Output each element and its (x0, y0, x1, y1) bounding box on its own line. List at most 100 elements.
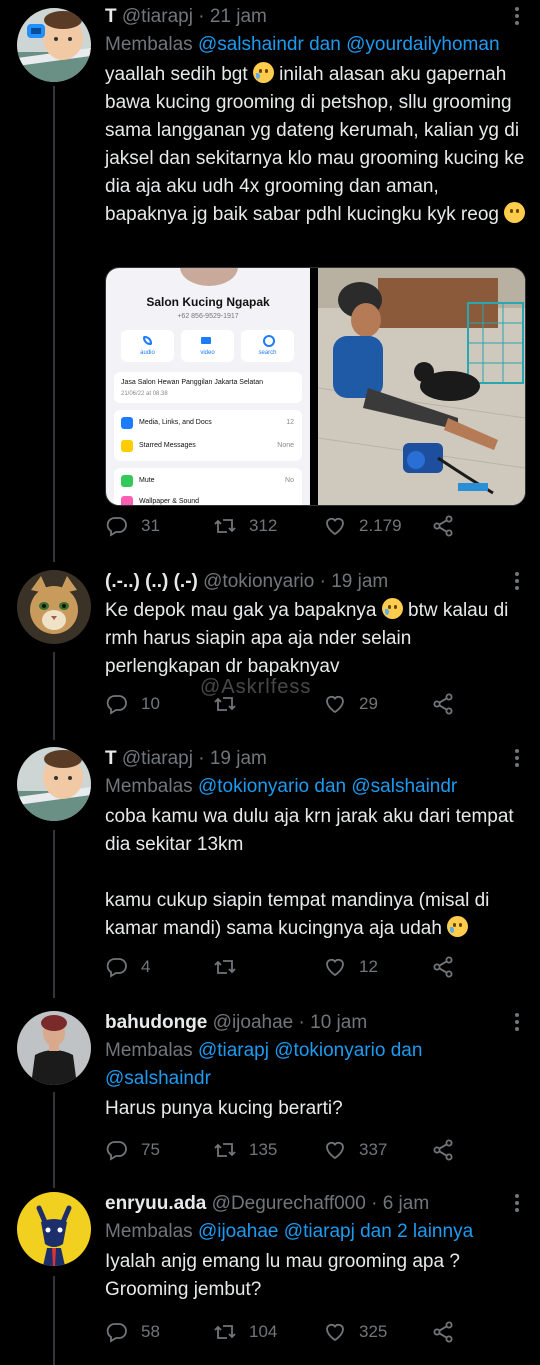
heart-icon (326, 958, 344, 977)
tweet[interactable]: (.-..) (..) (.-) @tokionyario · 19 jam K… (0, 570, 540, 730)
reply-button[interactable]: 58 (105, 1319, 160, 1345)
reply-button[interactable]: 10 (105, 691, 160, 717)
like-button[interactable]: 325 (323, 1319, 387, 1345)
retweet-button[interactable]: 312 (213, 513, 277, 539)
reply-count: 4 (141, 957, 151, 976)
reply-count: 58 (141, 1322, 160, 1341)
timestamp[interactable]: 21 jam (210, 6, 267, 27)
timestamp[interactable]: 6 jam (383, 1193, 429, 1214)
reply-icon (106, 1323, 127, 1343)
more-options-icon[interactable] (514, 749, 520, 770)
disappointed-face-emoji-icon (504, 202, 526, 223)
separator: · (371, 1193, 378, 1214)
display-name[interactable]: bahudonge (105, 1012, 207, 1033)
tweet-media[interactable]: Salon Kucing Ngapak +62 856-9529-1917 au… (105, 267, 526, 506)
about-text: Jasa Salon Hewan Panggilan Jakarta Selat… (121, 379, 264, 386)
reply-count: 75 (141, 1140, 160, 1159)
reply-button[interactable]: 4 (105, 954, 150, 980)
mute-row-value: No (285, 477, 294, 484)
like-button[interactable]: 12 (323, 954, 378, 980)
reply-count: 10 (141, 694, 160, 713)
more-options-icon[interactable] (514, 1013, 520, 1034)
avatar[interactable] (17, 8, 91, 82)
reply-context: Membalas @salshaindr dan @yourdailyhoman (105, 31, 526, 59)
reply-count: 31 (141, 516, 160, 535)
heart-icon (326, 517, 344, 536)
share-button[interactable] (431, 691, 467, 717)
like-count: 29 (359, 694, 378, 713)
heart-icon (326, 695, 344, 714)
reply-icon (106, 695, 127, 715)
tweet[interactable]: T @tiarapj · 19 jam Membalas @tokionyari… (0, 747, 540, 987)
share-button[interactable] (431, 1137, 467, 1163)
display-name[interactable]: T (105, 748, 117, 769)
more-options-icon[interactable] (514, 572, 520, 593)
reply-mentions[interactable]: @tokionyario dan @salshaindr (198, 776, 457, 797)
handle[interactable]: @tiarapj (122, 6, 193, 27)
like-count: 2.179 (359, 516, 402, 535)
timestamp[interactable]: 19 jam (331, 571, 388, 592)
like-count: 12 (359, 957, 378, 976)
tweet[interactable]: enryuu.ada @Degurechaff000 · 6 jam Memba… (0, 1192, 540, 1362)
like-button[interactable]: 2.179 (323, 513, 402, 539)
contact-photo (180, 268, 238, 286)
separator: · (298, 1012, 305, 1033)
avatar[interactable] (17, 1011, 91, 1085)
tweet-text-part: Ke depok mau gak ya bapaknya (105, 600, 377, 621)
like-button[interactable]: 337 (323, 1137, 387, 1163)
heart-icon (326, 1141, 344, 1160)
avatar[interactable] (17, 747, 91, 821)
tweet-text: Harus punya kucing berarti? (105, 1095, 526, 1123)
tweet[interactable]: T @tiarapj · 21 jam Membalas @salshaindr… (0, 5, 540, 560)
like-button[interactable]: 29 (323, 691, 378, 717)
share-button[interactable] (431, 513, 467, 539)
retweet-button[interactable] (213, 954, 249, 980)
avatar[interactable] (17, 1192, 91, 1266)
timestamp[interactable]: 10 jam (310, 1012, 367, 1033)
tweet[interactable]: bahudonge @ijoahae · 10 jam Membalas @ti… (0, 1011, 540, 1171)
more-options-icon[interactable] (514, 1194, 520, 1215)
reply-prefix: Membalas (105, 34, 193, 55)
tweet-text: coba kamu wa dulu aja krn jarak aku dari… (105, 803, 526, 943)
share-button[interactable] (431, 954, 467, 980)
display-name[interactable]: (.-..) (..) (.-) (105, 571, 198, 592)
separator: · (198, 748, 205, 769)
sad-tear-emoji-icon (381, 598, 403, 619)
handle[interactable]: @Degurechaff000 (212, 1193, 366, 1214)
reply-mentions[interactable]: @salshaindr dan @yourdailyhoman (198, 34, 500, 55)
more-options-icon[interactable] (514, 7, 520, 28)
reply-context: Membalas @ijoahae @tiarapj dan 2 lainnya (105, 1218, 526, 1246)
tweet-actions: 75 135 337 (105, 1137, 465, 1163)
share-button[interactable] (431, 1319, 467, 1345)
retweet-icon (214, 960, 236, 974)
tweet-actions: 31 312 2.179 (105, 513, 465, 539)
handle[interactable]: @tiarapj (122, 748, 193, 769)
reply-button[interactable]: 31 (105, 513, 160, 539)
reply-mentions[interactable]: @ijoahae @tiarapj dan 2 lainnya (198, 1221, 473, 1242)
about-date: 21/06/22 at 08.38 (121, 391, 168, 397)
whatsapp-contact-screenshot[interactable]: Salon Kucing Ngapak +62 856-9529-1917 au… (106, 268, 310, 505)
cat-grooming-photo[interactable] (317, 268, 525, 505)
timestamp[interactable]: 19 jam (210, 748, 267, 769)
heart-icon (326, 1323, 344, 1342)
share-icon (433, 1321, 453, 1343)
wallpaper-row-label: Wallpaper & Sound (139, 498, 200, 505)
video-icon (201, 337, 211, 344)
reply-button[interactable]: 75 (105, 1137, 160, 1163)
retweet-icon (214, 1325, 236, 1339)
retweet-button[interactable]: 135 (213, 1137, 277, 1163)
contact-phone: +62 856-9529-1917 (177, 313, 239, 320)
media-row-label: Media, Links, and Docs (139, 419, 212, 426)
handle[interactable]: @tokionyario (203, 571, 314, 592)
starred-row-value: None (277, 442, 294, 449)
reply-context: Membalas @tokionyario dan @salshaindr (105, 773, 526, 801)
display-name[interactable]: T (105, 6, 117, 27)
display-name[interactable]: enryuu.ada (105, 1193, 206, 1214)
handle[interactable]: @ijoahae (213, 1012, 294, 1033)
reply-icon (106, 958, 127, 978)
retweet-button[interactable]: 104 (213, 1319, 277, 1345)
share-icon (433, 693, 453, 715)
like-count: 325 (359, 1322, 388, 1341)
share-icon (433, 956, 453, 978)
avatar[interactable] (17, 570, 91, 644)
